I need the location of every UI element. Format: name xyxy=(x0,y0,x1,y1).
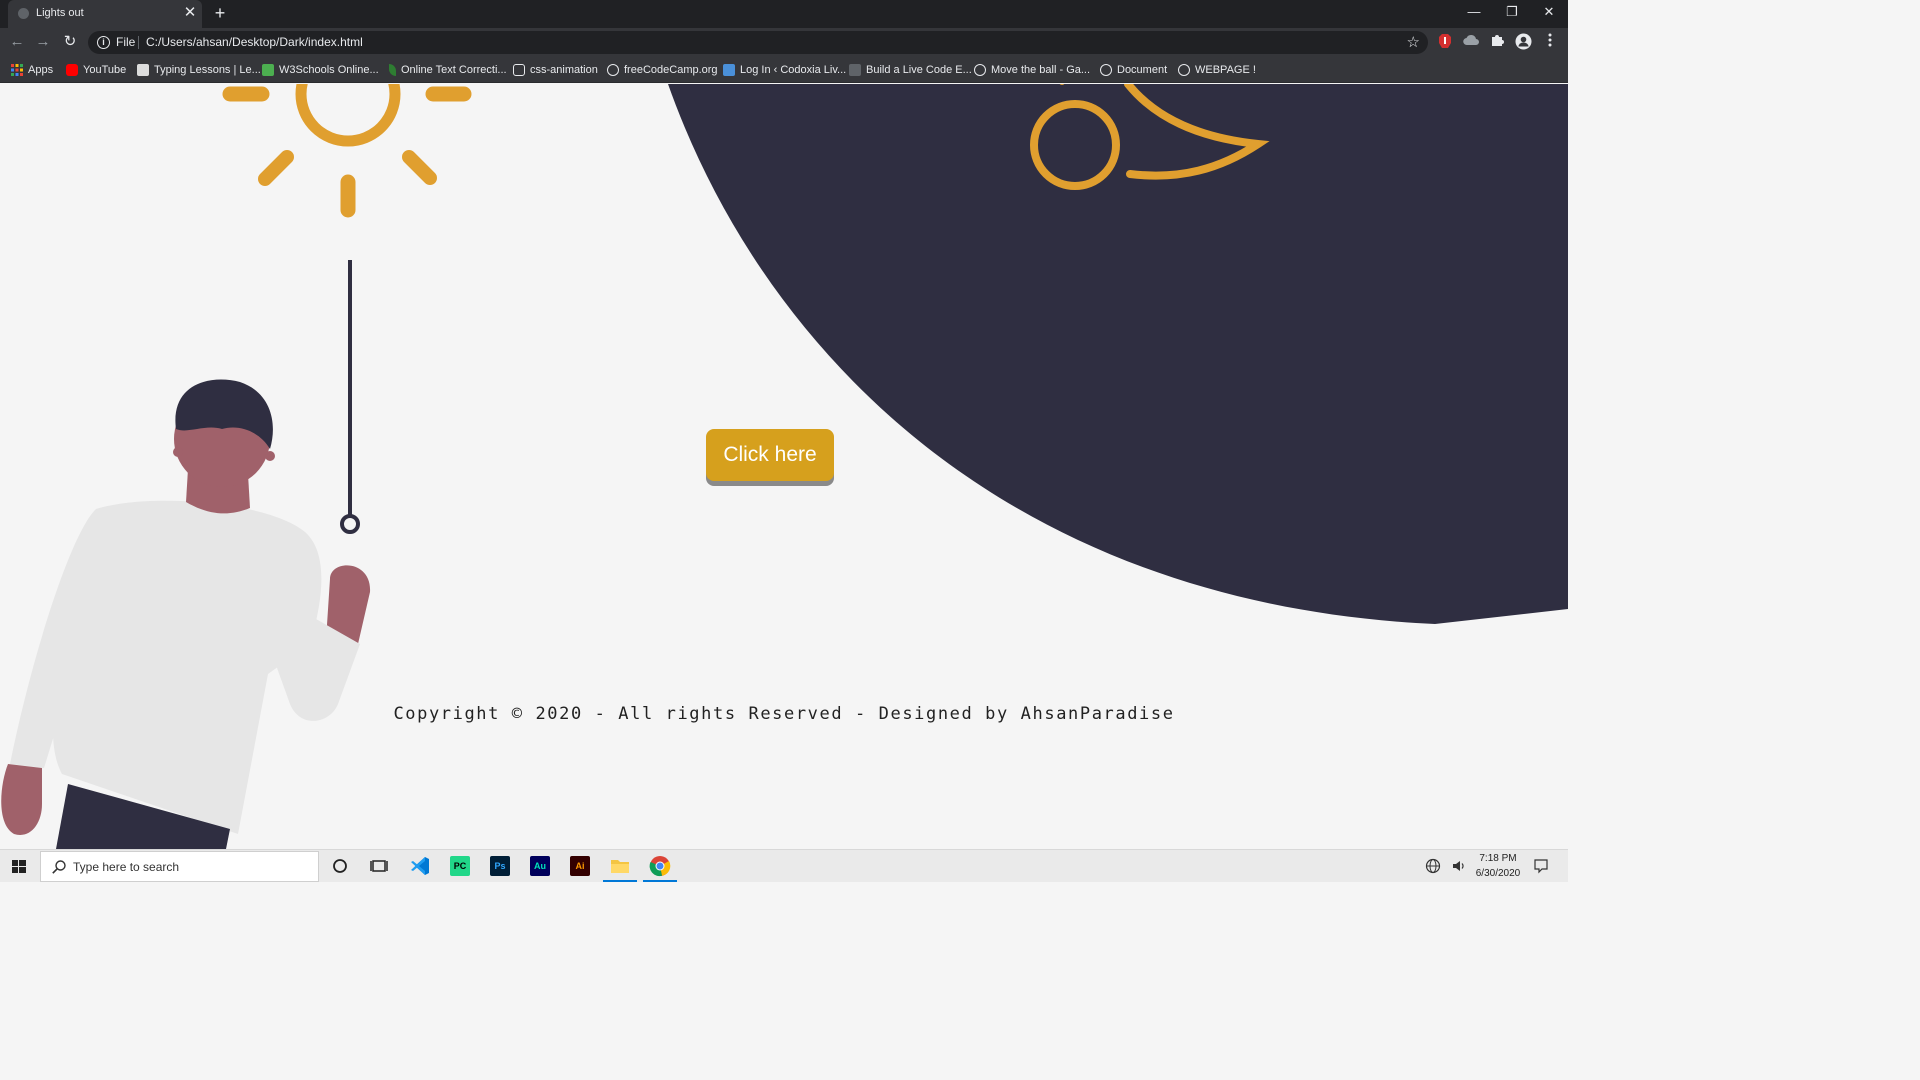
notifications-icon[interactable] xyxy=(1533,858,1549,874)
bookmarks-bar: Apps YouTube Typing Lessons | Le... W3Sc… xyxy=(0,57,1568,83)
pull-chain[interactable] xyxy=(340,260,360,534)
reload-button[interactable]: ↻ xyxy=(59,31,81,53)
copyright-footer: Copyright © 2020 - All rights Reserved -… xyxy=(393,704,1175,724)
bookmark-label: Typing Lessons | Le... xyxy=(154,64,261,76)
volume-icon[interactable] xyxy=(1451,858,1467,874)
bookmark-label: freeCodeCamp.org xyxy=(624,64,718,76)
illustrator-icon[interactable]: Ai xyxy=(570,856,590,876)
site-info-icon[interactable]: i xyxy=(97,36,110,49)
cloud-extension-icon[interactable] xyxy=(1462,33,1480,51)
person-illustration xyxy=(1,379,371,849)
scheme-label: File xyxy=(116,35,136,49)
clock-time[interactable]: 7:18 PM xyxy=(1470,853,1526,864)
new-tab-button[interactable]: + xyxy=(210,3,230,23)
bookmark-document[interactable]: Document xyxy=(1100,62,1167,78)
back-button[interactable]: ← xyxy=(6,31,28,53)
profile-avatar-icon[interactable] xyxy=(1514,33,1532,51)
globe-icon xyxy=(974,64,986,76)
css-icon xyxy=(513,64,525,76)
bookmark-typing-lessons[interactable]: Typing Lessons | Le... xyxy=(137,62,261,78)
address-bar[interactable]: i File C:/Users/ahsan/Desktop/Dark/index… xyxy=(88,31,1428,54)
clock-date[interactable]: 6/30/2020 xyxy=(1470,868,1526,879)
bookmark-label: Apps xyxy=(28,64,54,76)
audition-icon[interactable]: Au xyxy=(530,856,550,876)
bookmark-build-live-code[interactable]: Build a Live Code E... xyxy=(849,62,972,78)
task-view-icon[interactable] xyxy=(367,854,391,878)
bookmark-label: Online Text Correcti... xyxy=(401,64,507,76)
active-indicator xyxy=(643,880,677,882)
chrome-icon[interactable] xyxy=(648,854,672,878)
bookmark-youtube[interactable]: YouTube xyxy=(66,62,126,78)
extensions-puzzle-icon[interactable] xyxy=(1488,33,1506,51)
windows-taskbar: Type here to search PC Ps Au Ai 7:18 PM … xyxy=(0,849,1568,882)
bookmark-label: W3Schools Online... xyxy=(279,64,379,76)
tab-favicon-icon xyxy=(18,8,29,19)
globe-icon xyxy=(1178,64,1190,76)
search-placeholder: Type here to search xyxy=(73,860,180,874)
minimize-button[interactable]: — xyxy=(1455,0,1493,26)
youtube-icon xyxy=(66,64,78,76)
file-explorer-icon[interactable] xyxy=(608,854,632,878)
apps-grid-icon xyxy=(11,64,23,76)
tab-close-icon[interactable]: ✕ xyxy=(182,4,198,22)
active-indicator xyxy=(603,880,637,882)
click-here-button[interactable]: Click here xyxy=(706,429,834,481)
close-window-button[interactable]: ✕ xyxy=(1530,0,1568,26)
bookmark-move-the-ball[interactable]: Move the ball - Ga... xyxy=(974,62,1090,78)
bookmark-codoxia[interactable]: Log In ‹ Codoxia Liv... xyxy=(723,62,846,78)
typing-icon xyxy=(137,64,149,76)
url-text[interactable]: C:/Users/ahsan/Desktop/Dark/index.html xyxy=(146,35,363,49)
leaf-icon xyxy=(389,64,396,76)
browser-toolbar: ← → ↻ i File C:/Users/ahsan/Desktop/Dark… xyxy=(0,28,1568,57)
taskbar-search-box[interactable]: Type here to search xyxy=(40,851,319,882)
forward-button[interactable]: → xyxy=(32,31,54,53)
bookmark-label: Document xyxy=(1117,64,1168,76)
bookmark-label: Log In ‹ Codoxia Liv... xyxy=(740,64,847,76)
page-viewport: Click here Copyright © 2020 - All rights… xyxy=(0,84,1568,849)
bookmark-label: WEBPAGE ! xyxy=(1195,64,1256,76)
bookmark-apps[interactable]: Apps xyxy=(11,62,53,78)
tab-strip: Lights out ✕ + — ❐ ✕ xyxy=(0,0,1568,28)
bookmark-star-icon[interactable]: ☆ xyxy=(1407,33,1420,51)
code-icon xyxy=(849,64,861,76)
freecodecamp-icon xyxy=(607,64,619,76)
bookmark-freecodecamp[interactable]: freeCodeCamp.org xyxy=(607,62,718,78)
network-globe-icon[interactable] xyxy=(1425,858,1441,874)
globe-icon xyxy=(1100,64,1112,76)
address-divider xyxy=(138,36,139,49)
tab-lights-out[interactable]: Lights out ✕ xyxy=(8,0,202,28)
adblock-extension-icon[interactable] xyxy=(1436,33,1454,51)
pycharm-icon[interactable]: PC xyxy=(450,856,470,876)
tab-title: Lights out xyxy=(36,7,84,19)
sun-icon xyxy=(222,84,472,218)
restore-button[interactable]: ❐ xyxy=(1493,0,1531,26)
windows-logo-icon xyxy=(12,860,26,873)
bookmark-w3schools[interactable]: W3Schools Online... xyxy=(262,62,379,78)
search-icon xyxy=(52,860,66,874)
night-background xyxy=(668,84,1568,624)
vscode-icon[interactable] xyxy=(408,854,432,878)
cortana-icon[interactable] xyxy=(328,854,352,878)
bookmark-label: Build a Live Code E... xyxy=(866,64,972,76)
start-button[interactable] xyxy=(0,850,38,883)
w3schools-icon xyxy=(262,64,274,76)
photoshop-icon[interactable]: Ps xyxy=(490,856,510,876)
bookmark-label: YouTube xyxy=(83,64,127,76)
bookmark-css-animation[interactable]: css-animation xyxy=(513,62,598,78)
codoxia-icon xyxy=(723,64,735,76)
bookmark-webpage[interactable]: WEBPAGE ! xyxy=(1178,62,1256,78)
bookmark-label: css-animation xyxy=(530,64,598,76)
menu-kebab-icon[interactable] xyxy=(1541,33,1559,51)
bookmark-online-text-correction[interactable]: Online Text Correcti... xyxy=(389,62,507,78)
bookmark-label: Move the ball - Ga... xyxy=(991,64,1091,76)
